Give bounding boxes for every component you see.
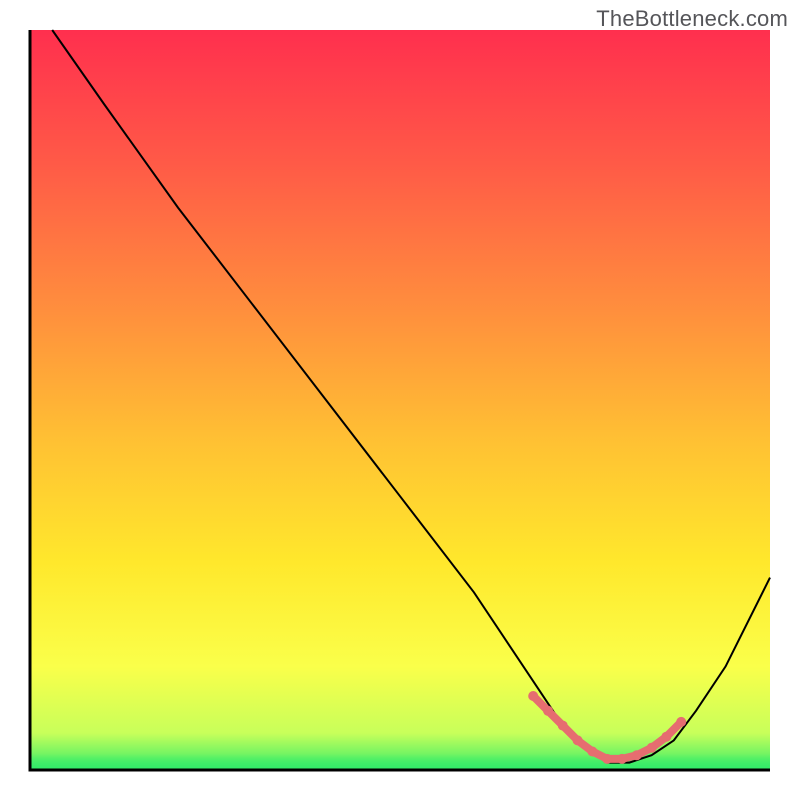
watermark-label: TheBottleneck.com xyxy=(596,6,788,32)
valley-marker xyxy=(661,732,671,742)
valley-marker xyxy=(573,735,583,745)
valley-marker xyxy=(632,750,642,760)
valley-marker xyxy=(558,721,568,731)
green-band xyxy=(30,754,770,770)
valley-marker xyxy=(676,717,686,727)
valley-marker xyxy=(617,754,627,764)
bottleneck-plot xyxy=(0,0,800,800)
valley-marker xyxy=(543,706,553,716)
plot-background xyxy=(30,30,770,770)
valley-marker xyxy=(587,747,597,757)
valley-marker xyxy=(602,754,612,764)
valley-marker xyxy=(647,743,657,753)
valley-marker xyxy=(528,691,538,701)
chart-canvas: TheBottleneck.com xyxy=(0,0,800,800)
